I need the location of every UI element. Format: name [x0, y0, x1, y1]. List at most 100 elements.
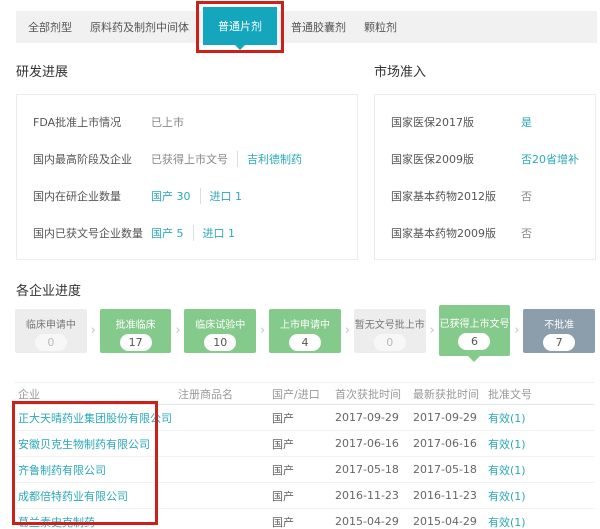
rd-row-highest-stage: 国内最高阶段及企业 已获得上市文号 吉利德制药 [33, 140, 341, 177]
chevron-right-icon: › [171, 309, 184, 353]
table-row: 安徽贝克生物制药有限公司 国产 2017-06-16 2017-06-16 有效… [15, 431, 595, 457]
essential-2012-value: 否 [521, 188, 532, 204]
rd-row-label: 国内已获文号企业数量 [33, 225, 151, 241]
rd-row-companies-in-development: 国内在研企业数量 国产 30 进口 1 [33, 177, 341, 214]
license-link[interactable]: 有效(1) [488, 462, 595, 478]
rd-progress-panel: FDA批准上市情况 已上市 国内最高阶段及企业 已获得上市文号 吉利德制药 国内… [16, 94, 358, 260]
stage-in-clinical-trial[interactable]: 临床试验中 10 [184, 309, 256, 353]
chevron-right-icon: › [426, 309, 439, 353]
header-latest-approval: 最新获批时间 [413, 386, 488, 402]
company-link[interactable]: 齐鲁制药有限公司 [15, 462, 178, 478]
origin-cell: 国产 [272, 514, 335, 529]
rd-row-fda-status: FDA批准上市情况 已上市 [33, 103, 341, 140]
rd-progress-title: 研发进展 [16, 63, 358, 82]
table-row: 葛兰素史克制药 国产 2015-04-29 2015-04-29 有效(1) [15, 509, 595, 529]
rd-row-label: FDA批准上市情况 [33, 114, 151, 130]
stage-rejected[interactable]: 不批准 7 [523, 309, 595, 353]
company-link-gilead[interactable]: 吉利德制药 [237, 151, 302, 167]
chevron-right-icon: › [510, 309, 523, 353]
origin-cell: 国产 [272, 436, 335, 452]
latest-approval-cell: 2016-11-23 [413, 489, 488, 502]
latest-approval-cell: 2015-04-29 [413, 515, 488, 528]
first-approval-cell: 2017-06-16 [335, 437, 413, 450]
market-access-panel: 国家医保2017版 是 国家医保2009版 否20省增补 国家基本药物2012版… [374, 94, 596, 260]
latest-approval-cell: 2017-06-16 [413, 437, 488, 450]
table-header-row: 企业 注册商品名 国产/进口 首次获批时间 最新获批时间 批准文号 [15, 383, 595, 405]
license-link[interactable]: 有效(1) [488, 514, 595, 529]
stage-clinical-application[interactable]: 临床申请中 0 [15, 309, 87, 353]
rd-row-label: 国内最高阶段及企业 [33, 151, 151, 167]
origin-cell: 国产 [272, 410, 335, 426]
chevron-right-icon: › [87, 309, 100, 353]
tab-all-dosage-forms[interactable]: 全部剂型 [28, 19, 72, 35]
table-row: 正大天晴药业集团股份有限公司 国产 2017-09-29 2017-09-29 … [15, 405, 595, 431]
first-approval-cell: 2015-04-29 [335, 515, 413, 528]
tab-plain-tablet[interactable]: 普通片剂 [203, 7, 277, 45]
rd-progress-section: 研发进展 FDA批准上市情况 已上市 国内最高阶段及企业 已获得上市文号 吉利德… [16, 63, 358, 260]
domestic-count-link[interactable]: 国产 30 [151, 188, 191, 204]
header-license: 批准文号 [488, 386, 595, 402]
page: 全部剂型 原料药及制剂中间体 普通片剂 普通胶囊剂 颗粒剂 研发进展 FDA批准… [0, 0, 600, 529]
license-link[interactable]: 有效(1) [488, 488, 595, 504]
header-company: 企业 [15, 386, 178, 402]
rd-row-label: 国内在研企业数量 [33, 188, 151, 204]
stage-count-badge: 7 [543, 334, 575, 351]
market-row-label: 国家基本药物2012版 [391, 188, 521, 204]
tab-plain-tablet-label: 普通片剂 [218, 18, 262, 34]
selected-stage-pointer-icon [468, 356, 480, 362]
header-first-approval: 首次获批时间 [335, 386, 413, 402]
chevron-right-icon: › [341, 309, 354, 353]
market-row-essential-2009: 国家基本药物2009版 否 [391, 214, 579, 251]
company-link[interactable]: 葛兰素史克制药 [15, 514, 178, 529]
company-link[interactable]: 成都倍特药业有限公司 [15, 488, 178, 504]
essential-2009-value: 否 [521, 225, 532, 241]
license-link[interactable]: 有效(1) [488, 436, 595, 452]
stage-licensed-selected[interactable]: 已获得上市文号 6 [439, 305, 511, 356]
license-link[interactable]: 有效(1) [488, 410, 595, 426]
imported-count-link[interactable]: 进口 1 [200, 188, 243, 204]
stage-market-application[interactable]: 上市申请中 4 [269, 309, 341, 353]
first-approval-cell: 2016-11-23 [335, 489, 413, 502]
medicare-2017-value[interactable]: 是 [521, 114, 532, 130]
first-approval-cell: 2017-09-29 [335, 411, 413, 424]
stage-count-badge: 4 [289, 334, 321, 351]
latest-approval-cell: 2017-05-18 [413, 463, 488, 476]
imported-licensed-link[interactable]: 进口 1 [193, 225, 236, 241]
domestic-licensed-link[interactable]: 国产 5 [151, 225, 184, 241]
medicare-2009-value[interactable]: 否20省增补 [521, 151, 579, 167]
company-link[interactable]: 正大天晴药业集团股份有限公司 [15, 410, 178, 426]
fda-status-value: 已上市 [151, 114, 184, 130]
market-row-label: 国家基本药物2009版 [391, 225, 521, 241]
rd-row-licensed-companies: 国内已获文号企业数量 国产 5 进口 1 [33, 214, 341, 251]
company-progress-title: 各企业进度 [16, 282, 600, 301]
progress-pipeline: 临床申请中 0 › 批准临床 17 › 临床试验中 10 › 上市申请中 4 ›… [15, 309, 595, 356]
info-panels: 研发进展 FDA批准上市情况 已上市 国内最高阶段及企业 已获得上市文号 吉利德… [16, 63, 594, 260]
header-origin: 国产/进口 [272, 386, 335, 402]
market-row-label: 国家医保2017版 [391, 114, 521, 130]
tab-granule[interactable]: 颗粒剂 [364, 19, 397, 35]
stage-clinical-approved[interactable]: 批准临床 17 [100, 309, 172, 353]
stage-count-badge: 0 [35, 334, 67, 351]
origin-cell: 国产 [272, 488, 335, 504]
stage-count-badge: 10 [204, 334, 236, 351]
dosage-form-tabbar: 全部剂型 原料药及制剂中间体 普通片剂 普通胶囊剂 颗粒剂 [16, 11, 597, 43]
stage-no-license-approved[interactable]: 暂无文号批上市 0 [354, 309, 426, 353]
header-brand-name: 注册商品名 [178, 386, 272, 402]
chevron-right-icon: › [256, 309, 269, 353]
stage-count-badge: 17 [120, 334, 152, 351]
origin-cell: 国产 [272, 462, 335, 478]
market-row-essential-2012: 国家基本药物2012版 否 [391, 177, 579, 214]
table-row: 齐鲁制药有限公司 国产 2017-05-18 2017-05-18 有效(1) [15, 457, 595, 483]
market-access-title: 市场准入 [374, 63, 596, 82]
tab-api-intermediates[interactable]: 原料药及制剂中间体 [90, 19, 189, 35]
stage-count-badge: 6 [458, 333, 490, 350]
market-row-label: 国家医保2009版 [391, 151, 521, 167]
market-access-section: 市场准入 国家医保2017版 是 国家医保2009版 否20省增补 国家基本药物… [374, 63, 596, 260]
tab-plain-capsule[interactable]: 普通胶囊剂 [291, 19, 346, 35]
stage-count-badge: 0 [374, 334, 406, 351]
company-table: 企业 注册商品名 国产/进口 首次获批时间 最新获批时间 批准文号 正大天晴药业… [15, 382, 595, 529]
market-row-medicare-2017: 国家医保2017版 是 [391, 103, 579, 140]
company-link[interactable]: 安徽贝克生物制药有限公司 [15, 436, 178, 452]
highest-stage-value: 已获得上市文号 [151, 151, 228, 167]
active-tab-pointer-icon [235, 45, 245, 50]
